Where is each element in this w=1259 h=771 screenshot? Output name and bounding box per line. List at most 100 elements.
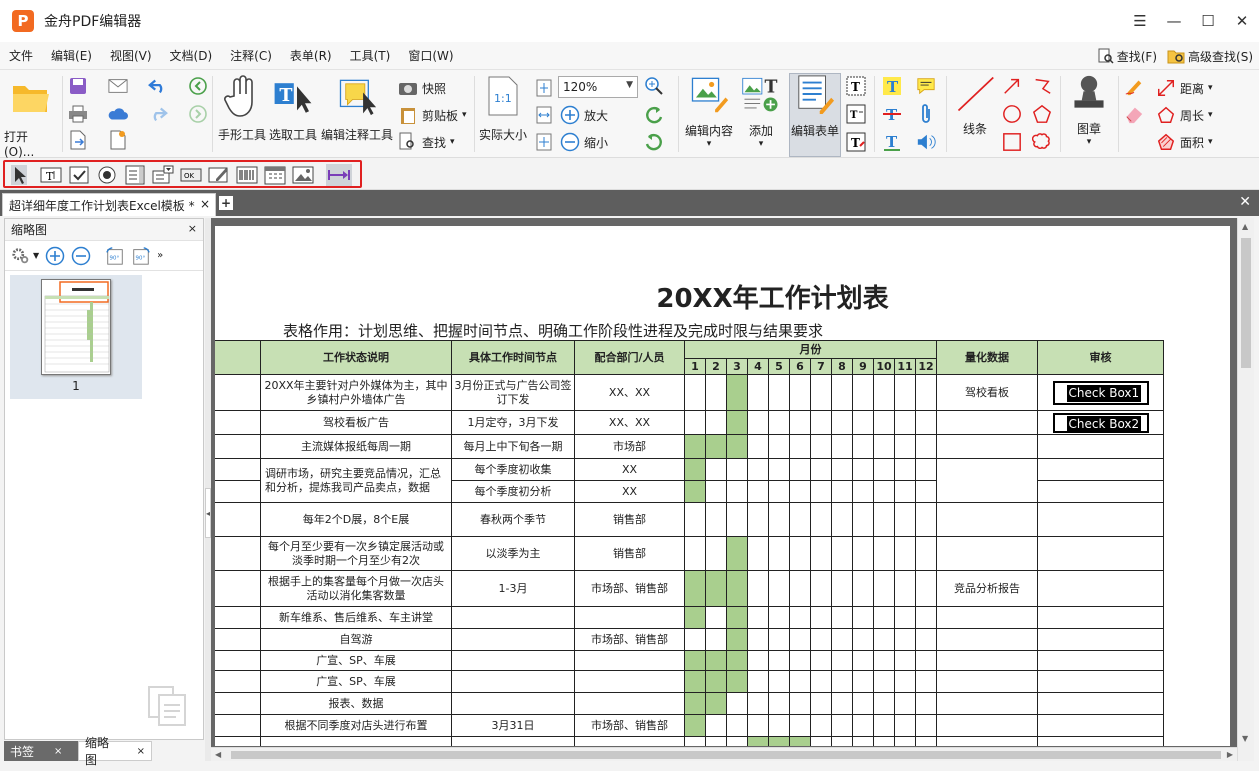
zoom-in-button[interactable]: 放大 [560, 105, 608, 125]
tab-close-icon[interactable]: × [200, 197, 210, 211]
zoom-out-button[interactable]: 缩小 [560, 132, 608, 152]
text-field-tool-icon[interactable]: T [40, 165, 62, 185]
menu-item-6[interactable]: 工具(T) [341, 47, 400, 64]
thumbnails-tab-close-icon[interactable]: × [137, 746, 145, 757]
combobox-tool-icon[interactable] [152, 165, 174, 185]
clipboard-button[interactable]: 剪贴板 ▾ [398, 105, 467, 125]
ellipse-icon[interactable] [1002, 104, 1022, 124]
save-icon[interactable] [68, 76, 88, 96]
vertical-scrollbar[interactable]: ▲ ▼ [1237, 218, 1254, 761]
open-button[interactable]: 打开(O)... [4, 78, 58, 159]
distance-button[interactable]: 距离 ▾ [1156, 78, 1213, 98]
menu-icon[interactable]: ☰ [1123, 0, 1157, 42]
print-icon[interactable] [68, 104, 88, 124]
horizontal-scrollbar[interactable]: ◀ ▶ [211, 747, 1237, 761]
export-icon[interactable] [68, 130, 88, 150]
document-view[interactable]: 20XX年工作计划表 表格作用：计划思维、把握时间节点、明确工作阶段性进程及完成… [211, 218, 1254, 761]
rotate-right-90-icon[interactable]: 90° [131, 246, 151, 266]
pointer-icon[interactable] [8, 165, 30, 185]
zoom-select[interactable]: 120% ▼ [558, 76, 638, 98]
note-icon[interactable] [916, 76, 936, 96]
edit-annotation-button[interactable]: 编辑注释工具 [318, 76, 396, 143]
polygon-icon[interactable] [1032, 104, 1052, 124]
panel-close-icon[interactable]: × [188, 222, 197, 235]
date-tool-icon[interactable] [264, 165, 286, 185]
forward-icon[interactable] [188, 104, 208, 124]
image-tool-icon[interactable] [292, 165, 314, 185]
signature-tool-icon[interactable] [208, 165, 230, 185]
highlight-text-icon[interactable]: T [882, 76, 902, 96]
fit-visible-icon[interactable] [534, 132, 554, 152]
find-menu-button[interactable]: 查找(F) [1098, 48, 1157, 65]
snapshot-button[interactable]: 快照 [398, 78, 446, 98]
menu-item-4[interactable]: 注释(C) [221, 47, 281, 64]
menu-item-7[interactable]: 窗口(W) [399, 47, 462, 64]
edit-content-button[interactable]: 编辑内容 ▾ [682, 74, 736, 149]
edit-form-button[interactable]: 编辑表单 [789, 74, 841, 139]
new-doc-icon[interactable] [108, 130, 128, 150]
menu-item-5[interactable]: 表单(R) [281, 47, 341, 64]
attachment-icon[interactable] [916, 104, 936, 124]
line-tool-button[interactable]: 线条 [950, 74, 1000, 137]
fit-page-icon[interactable] [534, 78, 554, 98]
document-tab[interactable]: 超详细年度工作计划表Excel模板 * × [2, 193, 216, 216]
page-thumbnail-item[interactable]: 1 [10, 275, 142, 399]
arrow-icon[interactable] [1002, 76, 1022, 96]
select-tool-button[interactable]: T 选取工具 [266, 76, 320, 143]
close-button[interactable]: ✕ [1225, 0, 1259, 42]
bookmarks-tab[interactable]: 书签 × [4, 741, 78, 761]
text-field-icon[interactable]: T [846, 104, 866, 124]
hand-tool-button[interactable]: 手形工具 [216, 75, 268, 143]
text-replace-icon[interactable]: T [846, 132, 866, 152]
horizontal-scroll-thumb[interactable] [231, 751, 1221, 759]
tab-order-tool-icon[interactable] [326, 164, 352, 186]
checkbox-tool-icon[interactable] [68, 165, 90, 185]
polyline-icon[interactable] [1032, 76, 1052, 96]
radio-tool-icon[interactable] [96, 165, 118, 185]
maximize-button[interactable]: ☐ [1191, 0, 1225, 42]
button-tool-icon[interactable]: OK [180, 165, 202, 185]
vertical-scroll-thumb[interactable] [1241, 238, 1251, 368]
rotate-ccw-icon[interactable] [644, 132, 664, 152]
perimeter-button[interactable]: 周长 ▾ [1156, 105, 1213, 125]
redo-icon[interactable] [148, 104, 168, 124]
sound-icon[interactable] [916, 132, 936, 152]
options-gear-icon[interactable] [11, 246, 31, 266]
rotate-cw-icon[interactable] [644, 105, 664, 125]
thumbnails-tab[interactable]: 缩略图 × [78, 736, 152, 767]
check-box-1-field[interactable]: Check Box1 [1052, 380, 1149, 405]
minimize-button[interactable]: — [1157, 0, 1191, 42]
email-icon[interactable] [108, 76, 128, 96]
stamp-button[interactable]: 图章 ▾ [1062, 74, 1116, 147]
cloud-icon[interactable] [108, 104, 128, 124]
underline-icon[interactable]: T [882, 132, 902, 152]
rectangle-icon[interactable] [1002, 132, 1022, 152]
new-tab-button[interactable]: + [219, 196, 233, 210]
eraser-icon[interactable] [1124, 104, 1144, 124]
add-button[interactable]: T 添加 ▾ [738, 74, 784, 149]
pencil-icon[interactable] [1124, 76, 1144, 96]
strikeout-icon[interactable]: T [882, 104, 902, 124]
undo-icon[interactable] [148, 76, 168, 96]
more-chevron-icon[interactable]: » [157, 250, 163, 261]
thumb-zoom-out-icon[interactable] [71, 246, 91, 266]
rotate-left-90-icon[interactable]: 90° [105, 246, 125, 266]
actual-size-button[interactable]: 1:1 实际大小 [476, 76, 530, 143]
menu-item-1[interactable]: 编辑(E) [42, 47, 101, 64]
bookmarks-tab-close-icon[interactable]: × [54, 746, 62, 757]
back-icon[interactable] [188, 76, 208, 96]
menu-item-0[interactable]: 文件 [0, 47, 42, 64]
magnifier-icon[interactable] [644, 76, 664, 96]
fit-width-icon[interactable] [534, 105, 554, 125]
text-box-icon[interactable]: T [846, 76, 866, 96]
find-button[interactable]: 查找 ▾ [398, 132, 455, 152]
menu-item-2[interactable]: 视图(V) [101, 47, 161, 64]
menu-item-3[interactable]: 文档(D) [161, 47, 222, 64]
listbox-tool-icon[interactable] [124, 165, 146, 185]
barcode-tool-icon[interactable] [236, 165, 258, 185]
close-all-tabs-button[interactable]: ✕ [1239, 194, 1251, 210]
advanced-find-button[interactable]: 高级查找(S) [1167, 48, 1253, 65]
check-box-2-field[interactable]: Check Box2 [1052, 412, 1149, 433]
cloud-shape-icon[interactable] [1032, 132, 1052, 152]
thumb-zoom-in-icon[interactable] [45, 246, 65, 266]
